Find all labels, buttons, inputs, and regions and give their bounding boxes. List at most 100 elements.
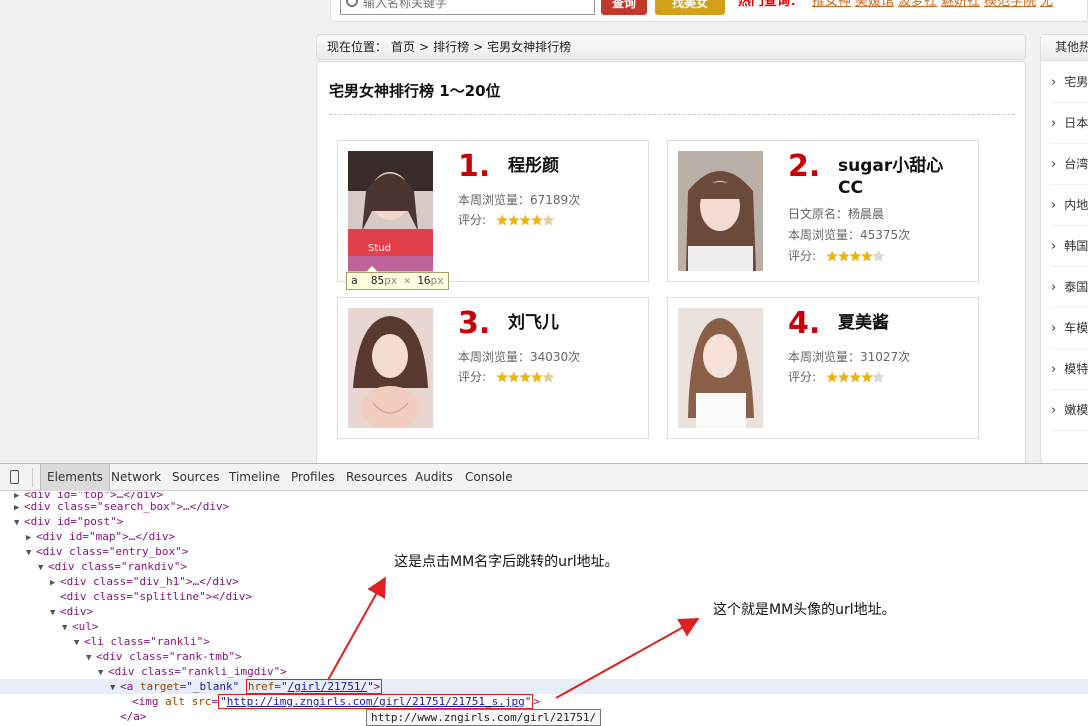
rating-stars: ★★★★★ bbox=[495, 212, 555, 229]
sidebar-item-label: 台湾 bbox=[1064, 157, 1088, 171]
star-icon: ★ bbox=[849, 248, 862, 265]
weekly-views: 本周浏览量：45375次 bbox=[788, 228, 911, 242]
search-input[interactable] bbox=[340, 0, 595, 15]
breadcrumb-current: 宅男女神排行榜 bbox=[487, 40, 572, 54]
hot-link[interactable]: 波萝社 bbox=[898, 0, 937, 9]
sidebar-item-label: 泰国 bbox=[1064, 280, 1088, 294]
avatar-photo[interactable] bbox=[678, 308, 763, 428]
tab-profiles[interactable]: Profiles bbox=[291, 464, 335, 491]
href-link[interactable]: /girl/21751/ bbox=[288, 680, 367, 693]
rating-stars: ★★★★★ bbox=[825, 248, 885, 265]
breadcrumb-separator: > bbox=[473, 40, 484, 54]
star-icon: ★ bbox=[825, 369, 839, 386]
tab-console[interactable]: Console bbox=[465, 464, 513, 491]
devtools-tabbar: Elements Network Sources Timeline Profil… bbox=[0, 464, 1088, 491]
chevron-right-icon: › bbox=[1051, 75, 1057, 90]
hot-link[interactable]: 尤 bbox=[1040, 0, 1053, 9]
sidebar-item[interactable]: › 内地 bbox=[1051, 185, 1088, 226]
chevron-right-icon: › bbox=[1051, 362, 1057, 377]
sidebar-item[interactable]: › 日本 bbox=[1051, 103, 1088, 144]
dom-node[interactable]: </a> bbox=[110, 709, 147, 724]
sidebar-item[interactable]: › 台湾 bbox=[1051, 144, 1088, 185]
rating-row: 评分: ★★★★★ bbox=[458, 368, 555, 386]
rating-row: 评分: ★★★★★ bbox=[788, 247, 885, 265]
hot-link[interactable]: 美媛馆 bbox=[855, 0, 894, 9]
rank-card: 2. sugar小甜心CC 日文原名：杨晨晨 本周浏览量：45375次 评分: … bbox=[667, 140, 979, 282]
breadcrumb-home-link[interactable]: 首页 bbox=[391, 40, 415, 54]
rating-label: 评分: bbox=[788, 370, 817, 384]
search-button[interactable]: 查询 bbox=[601, 0, 647, 15]
weekly-views: 本周浏览量：34030次 bbox=[458, 350, 581, 364]
girl-name-link[interactable]: 程彤颜 bbox=[508, 155, 638, 177]
dom-node[interactable]: ▼ <div> bbox=[50, 604, 93, 619]
tab-sources[interactable]: Sources bbox=[172, 464, 219, 491]
rating-stars: ★★★★★ bbox=[495, 369, 555, 386]
sidebar-item-label: 嫩模 bbox=[1064, 403, 1088, 417]
toolbar-divider bbox=[32, 468, 33, 487]
sidebar-item[interactable]: › 嫩模 bbox=[1051, 390, 1088, 431]
avatar-photo[interactable] bbox=[678, 151, 763, 271]
inspect-width: 85 bbox=[370, 274, 385, 287]
star-icon: ★ bbox=[849, 369, 862, 386]
device-mode-icon[interactable] bbox=[10, 470, 19, 484]
website-viewport: 查询 找美女 热门查询： 推女神美媛馆波萝社魅妍社模范学院尤 现在位置：首页>排… bbox=[0, 0, 1088, 463]
dom-node[interactable]: ▶ <div class="search_box">…</div> bbox=[14, 499, 229, 514]
tab-audits[interactable]: Audits bbox=[415, 464, 453, 491]
girl-name-link[interactable]: 刘飞儿 bbox=[508, 312, 638, 334]
dom-node[interactable]: ▶ <div class="div_h1">…</div> bbox=[50, 574, 239, 589]
girl-name-link[interactable]: 夏美酱 bbox=[838, 312, 968, 334]
dom-node[interactable]: ▼ <div class="rank-tmb"> bbox=[86, 649, 242, 664]
weekly-views: 本周浏览量：67189次 bbox=[458, 193, 581, 207]
sidebar-item-label: 韩国 bbox=[1064, 239, 1088, 253]
dom-node[interactable]: ▼ <div class="rankli_imgdiv"> bbox=[98, 664, 287, 679]
dom-node[interactable]: ▼ <li class="rankli"> bbox=[74, 634, 210, 649]
dom-node[interactable]: ▼ <div class="entry_box"> bbox=[26, 544, 188, 559]
star-icon: ★ bbox=[837, 248, 850, 265]
breadcrumb: 现在位置： 首页 > 排行榜 > 宅男女神排行榜 bbox=[316, 34, 1026, 60]
find-beauty-button[interactable]: 找美女 bbox=[655, 0, 725, 15]
dom-node[interactable]: ▼ <div class="rankdiv"> bbox=[38, 559, 187, 574]
breadcrumb-prefix: 现在位置： bbox=[327, 40, 388, 54]
dom-node[interactable]: <img alt src= "http://img.zngirls.com/gir… bbox=[122, 694, 540, 709]
original-name: 日文原名：杨晨晨 bbox=[788, 207, 885, 221]
avatar-photo[interactable]: Stud bbox=[348, 151, 433, 271]
dom-node[interactable]: ▶ <div id="map">…</div> bbox=[26, 529, 175, 544]
hot-link[interactable]: 推女神 bbox=[812, 0, 851, 9]
dom-node[interactable]: ▼ <div id="post"> bbox=[14, 514, 123, 529]
star-icon: ★ bbox=[495, 212, 509, 229]
inspect-highlight bbox=[348, 256, 433, 272]
star-icon: ★ bbox=[825, 248, 839, 265]
dom-node-selected[interactable]: ▼ <a target="_blank" href="/girl/21751/"> bbox=[0, 679, 1088, 694]
hot-link[interactable]: 模范学院 bbox=[984, 0, 1036, 9]
breadcrumb-ranking-link[interactable]: 排行榜 bbox=[433, 40, 469, 54]
tab-resources[interactable]: Resources bbox=[346, 464, 407, 491]
rank-number: 2. bbox=[788, 149, 821, 184]
sidebar-item[interactable]: › 模特 bbox=[1051, 349, 1088, 390]
star-icon: ★ bbox=[507, 369, 520, 386]
sidebar-title: 其他热 bbox=[1041, 35, 1088, 61]
dom-node[interactable]: <div class="splitline"></div> bbox=[50, 589, 252, 604]
hot-link[interactable]: 魅妍社 bbox=[941, 0, 980, 9]
sidebar-item[interactable]: › 宅男 bbox=[1051, 62, 1088, 103]
avatar-photo[interactable] bbox=[348, 308, 433, 428]
inspect-unit: px bbox=[384, 274, 398, 287]
girl-name-link[interactable]: sugar小甜心CC bbox=[838, 155, 968, 199]
tab-network[interactable]: Network bbox=[111, 464, 161, 491]
tab-elements[interactable]: Elements bbox=[40, 464, 110, 491]
dom-node[interactable]: ▼ <ul> bbox=[62, 619, 99, 634]
sidebar-item-label: 日本 bbox=[1064, 116, 1088, 130]
star-icon: ★ bbox=[542, 369, 555, 386]
star-icon: ★ bbox=[872, 369, 885, 386]
src-link[interactable]: http://img.zngirls.com/girl/21751/21751_… bbox=[227, 695, 525, 708]
sidebar-item[interactable]: › 泰国 bbox=[1051, 267, 1088, 308]
star-icon: ★ bbox=[495, 369, 509, 386]
rating-row: 评分: ★★★★★ bbox=[458, 211, 555, 229]
tab-timeline[interactable]: Timeline bbox=[229, 464, 280, 491]
sidebar-item[interactable]: › 车模 bbox=[1051, 308, 1088, 349]
sidebar-item[interactable]: › 韩国 bbox=[1051, 226, 1088, 267]
page-title: 宅男女神排行榜 1～20位 bbox=[329, 82, 501, 100]
split-line bbox=[329, 114, 1015, 115]
sidebar-item-label: 宅男 bbox=[1064, 75, 1088, 89]
url-tooltip: http://www.zngirls.com/girl/21751/ bbox=[366, 709, 602, 726]
dom-tree: ▶ <div id="top">…</div> ▶ <div class="sear… bbox=[0, 492, 1088, 726]
